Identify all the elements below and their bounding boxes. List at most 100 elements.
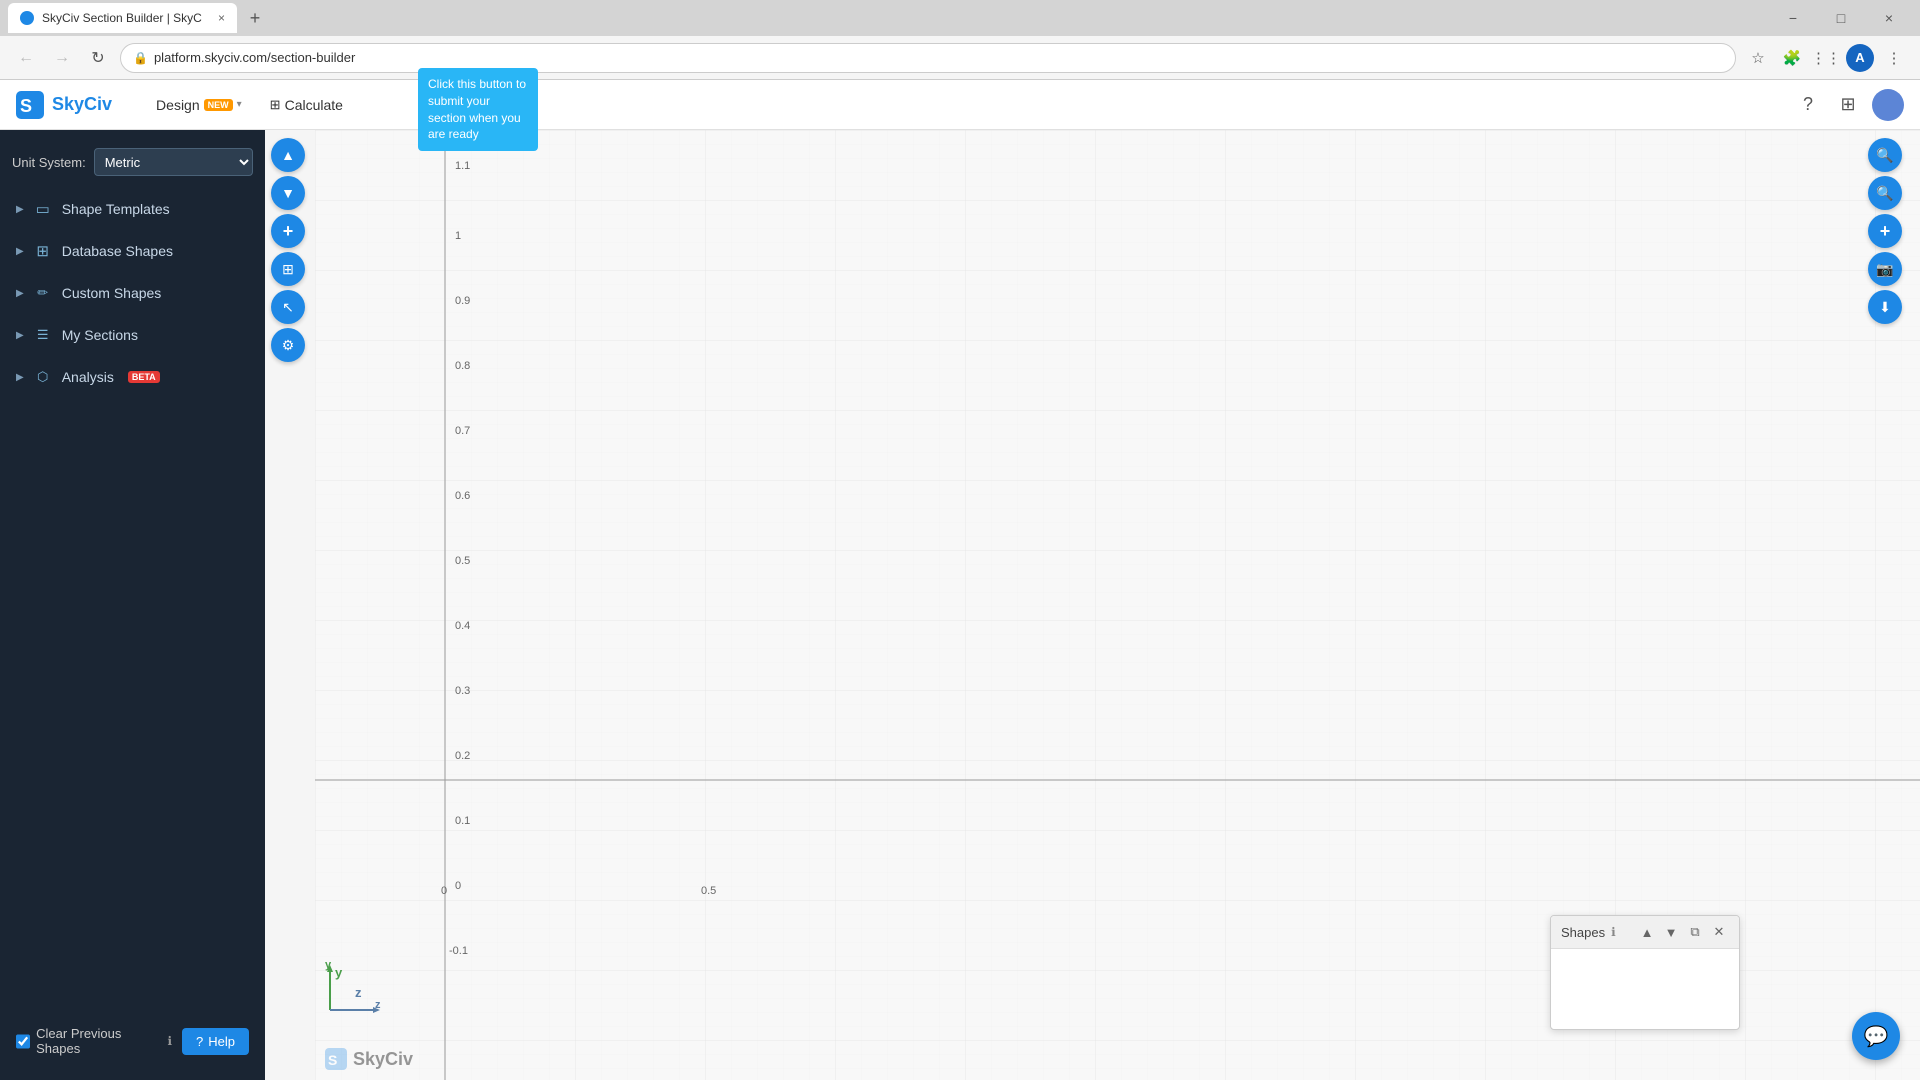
bookmark-btn[interactable]: ☆: [1744, 44, 1772, 72]
arrow-icon: ▶: [16, 246, 24, 257]
address-text: platform.skyciv.com/section-builder: [154, 50, 355, 65]
help-button[interactable]: ? Help: [182, 1028, 249, 1055]
screenshot-btn[interactable]: 📷: [1868, 252, 1902, 286]
add-shape-btn[interactable]: +: [271, 214, 305, 248]
shapes-panel-header: Shapes ℹ ▲ ▼ ⧉ ✕: [1551, 916, 1739, 949]
design-nav-btn[interactable]: Design NEW ▾: [144, 91, 254, 119]
unit-select[interactable]: Metric Imperial: [94, 148, 253, 176]
grid-tool-btn[interactable]: ⊞: [271, 252, 305, 286]
settings-tool-btn[interactable]: ⚙: [271, 328, 305, 362]
design-badge: NEW: [204, 99, 233, 111]
address-bar[interactable]: 🔒 platform.skyciv.com/section-builder: [120, 43, 1736, 73]
arrow-icon: ▶: [16, 204, 24, 215]
sidebar-item-analysis[interactable]: ▶ ⬡ Analysis BETA: [0, 356, 265, 398]
menu-btn[interactable]: ⋮: [1880, 44, 1908, 72]
nav-bar: ← → ↻ 🔒 platform.skyciv.com/section-buil…: [0, 36, 1920, 80]
active-tab[interactable]: SkyCiv Section Builder | SkyCiv P... ×: [8, 3, 237, 33]
help-icon: ?: [196, 1034, 203, 1049]
chat-icon: 💬: [1864, 1024, 1889, 1049]
pan-down-btn[interactable]: ▼: [271, 176, 305, 210]
shapes-panel-up-btn[interactable]: ▲: [1637, 922, 1657, 942]
app-header: S SkyCiv Design NEW ▾ ⊞ Calculate Click …: [0, 80, 1920, 130]
my-sections-icon: ☰: [34, 326, 52, 344]
shapes-panel-info: ℹ: [1611, 925, 1616, 939]
sidebar-item-label: Analysis: [62, 369, 114, 385]
sidebar-item-shape-templates[interactable]: ▶ ▭ Shape Templates: [0, 188, 265, 230]
header-nav: Design NEW ▾ ⊞ Calculate: [144, 91, 355, 119]
reload-btn[interactable]: ↻: [84, 44, 112, 72]
clear-shapes-text: Clear Previous Shapes: [36, 1026, 161, 1056]
apps-btn[interactable]: ⋮⋮: [1812, 44, 1840, 72]
clear-shapes-checkbox[interactable]: [16, 1034, 30, 1049]
arrow-icon: ▶: [16, 330, 24, 341]
shapes-panel-title: Shapes: [1561, 925, 1605, 940]
sidebar-item-database-shapes[interactable]: ▶ ⊞ Database Shapes: [0, 230, 265, 272]
new-tab-btn[interactable]: +: [241, 4, 269, 32]
help-label: Help: [208, 1034, 235, 1049]
header-actions: ? ⊞: [1792, 89, 1904, 121]
pan-up-btn[interactable]: ▲: [271, 138, 305, 172]
user-profile-btn[interactable]: [1872, 89, 1904, 121]
browser-chrome: SkyCiv Section Builder | SkyCiv P... × +…: [0, 0, 1920, 80]
sidebar: Unit System: Metric Imperial ▶ ▭ Shape T…: [0, 130, 265, 1080]
logo-text: SkyCiv: [52, 94, 112, 115]
shape-templates-icon: ▭: [34, 200, 52, 218]
shapes-panel-down-btn[interactable]: ▼: [1661, 922, 1681, 942]
maximize-btn[interactable]: □: [1818, 2, 1864, 34]
sidebar-item-custom-shapes[interactable]: ▶ ✏ Custom Shapes: [0, 272, 265, 314]
arrow-icon: ▶: [16, 372, 24, 383]
grid-btn[interactable]: ⊞: [1832, 89, 1864, 121]
sidebar-item-my-sections[interactable]: ▶ ☰ My Sections: [0, 314, 265, 356]
database-shapes-icon: ⊞: [34, 242, 52, 260]
custom-shapes-icon: ✏: [34, 284, 52, 302]
clear-shapes-label[interactable]: Clear Previous Shapes ℹ: [16, 1026, 172, 1056]
unit-system-row: Unit System: Metric Imperial: [0, 142, 265, 188]
svg-text:S: S: [20, 96, 32, 116]
clear-shapes-info-icon: ℹ: [167, 1034, 172, 1048]
chat-button[interactable]: 💬: [1852, 1012, 1900, 1060]
tab-close-btn[interactable]: ×: [218, 11, 225, 25]
tab-title: SkyCiv Section Builder | SkyCiv P...: [42, 11, 202, 25]
help-btn[interactable]: ?: [1792, 89, 1824, 121]
watermark-text: SkyCiv: [353, 1049, 413, 1070]
skyciv-logo-icon: S: [16, 91, 44, 119]
design-nav-label: Design: [156, 97, 200, 113]
app-container: S SkyCiv Design NEW ▾ ⊞ Calculate Click …: [0, 80, 1920, 1080]
arrow-icon: ▶: [16, 288, 24, 299]
sidebar-item-label: Shape Templates: [62, 201, 170, 217]
sidebar-item-label: Custom Shapes: [62, 285, 162, 301]
shapes-panel-body: [1551, 949, 1739, 1029]
shapes-panel-actions: ▲ ▼ ⧉ ✕: [1637, 922, 1729, 942]
download-btn[interactable]: ⬇: [1868, 290, 1902, 324]
forward-btn[interactable]: →: [48, 44, 76, 72]
canvas-area[interactable]: ▲ ▼ + ⊞ ↖ ⚙ 🔍 🔍 + 📷 ⬇: [265, 130, 1920, 1080]
calculate-icon: ⊞: [270, 97, 281, 113]
shapes-panel-close-btn[interactable]: ✕: [1709, 922, 1729, 942]
sidebar-bottom: Clear Previous Shapes ℹ ? Help: [0, 1014, 265, 1068]
minimize-btn[interactable]: −: [1770, 2, 1816, 34]
watermark-logo-icon: S: [325, 1048, 347, 1070]
calculate-nav-btn[interactable]: ⊞ Calculate: [258, 91, 355, 119]
secure-icon: 🔒: [133, 51, 148, 65]
calculate-nav-label: Calculate: [285, 97, 343, 113]
right-tools: 🔍 🔍 + 📷 ⬇: [1868, 138, 1902, 324]
nav-actions: ☆ 🧩 ⋮⋮ A ⋮: [1744, 44, 1908, 72]
main-content: Unit System: Metric Imperial ▶ ▭ Shape T…: [0, 130, 1920, 1080]
profile-btn[interactable]: A: [1846, 44, 1874, 72]
sidebar-item-label: My Sections: [62, 327, 138, 343]
close-btn[interactable]: ×: [1866, 2, 1912, 34]
zoom-fit-btn[interactable]: +: [1868, 214, 1902, 248]
extension-btn[interactable]: 🧩: [1778, 44, 1806, 72]
tooltip-text: Click this button to submit your section…: [428, 77, 526, 141]
shapes-panel-copy-btn[interactable]: ⧉: [1685, 922, 1705, 942]
zoom-out-btn[interactable]: 🔍: [1868, 176, 1902, 210]
tab-favicon: [20, 11, 34, 25]
cursor-tool-btn[interactable]: ↖: [271, 290, 305, 324]
shapes-panel: Shapes ℹ ▲ ▼ ⧉ ✕: [1550, 915, 1740, 1030]
svg-text:S: S: [328, 1052, 337, 1068]
sidebar-item-label: Database Shapes: [62, 243, 173, 259]
zoom-in-btn[interactable]: 🔍: [1868, 138, 1902, 172]
tooltip-popup: Click this button to submit your section…: [418, 68, 538, 151]
back-btn[interactable]: ←: [12, 44, 40, 72]
watermark: S SkyCiv: [325, 1048, 413, 1070]
